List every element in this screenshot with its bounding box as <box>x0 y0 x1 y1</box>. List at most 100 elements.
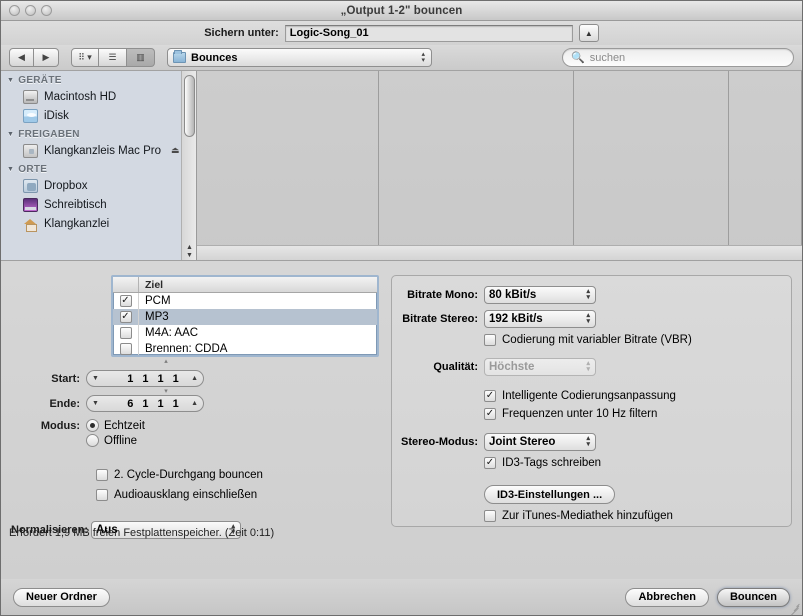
browser-column-2[interactable] <box>379 71 574 260</box>
eject-icon[interactable]: ⏏ <box>171 145 180 156</box>
checkbox[interactable]: ✓ <box>484 334 496 346</box>
triangle-up-icon[interactable]: ▲ <box>191 375 198 382</box>
quality-value: Höchste <box>489 361 535 373</box>
bitrate-stereo-value: 192 kBit/s <box>489 313 543 325</box>
triangle-down-icon[interactable]: ▼ <box>92 400 99 407</box>
sidebar-header-freigaben[interactable]: ▼ FREIGABEN <box>1 125 196 141</box>
new-folder-button[interactable]: Neuer Ordner <box>13 587 110 607</box>
back-button[interactable]: ◀ <box>9 48 34 67</box>
browser-column-1[interactable]: ‖ <box>197 71 380 260</box>
sidebar-item-klangkanzlei[interactable]: Klangkanzlei <box>1 214 196 233</box>
checkbox-audio-tail[interactable]: ✓ Audioausklang einschließen <box>96 489 383 501</box>
idisk-icon <box>23 108 38 123</box>
quality-label: Qualität: <box>433 361 478 373</box>
checkbox-mp3[interactable]: ✓ <box>119 311 132 323</box>
start-position-stepper[interactable]: ▼ 1 1 1 1 ▲ <box>86 370 204 387</box>
format-checkbox-cell[interactable]: ✓ <box>113 341 139 355</box>
radio-button[interactable] <box>86 419 99 432</box>
sidebar-header-orte[interactable]: ▼ ORTE <box>1 160 196 176</box>
checkbox-vbr[interactable]: ✓ Codierung mit variabler Bitrate (VBR) <box>484 334 692 346</box>
stereo-mode-popup[interactable]: Joint Stereo ▴ ▾ <box>484 433 596 451</box>
folder-icon <box>173 50 186 63</box>
scroll-up-icon[interactable]: ▲ <box>186 244 193 252</box>
location-popup-button[interactable]: Bounces ▴ ▾ <box>167 48 432 67</box>
sidebar-scrollbar[interactable]: ▲ ▼ <box>181 71 196 260</box>
checkbox[interactable]: ✓ <box>484 510 496 522</box>
sidebar-header-geraete[interactable]: ▼ GERÄTE <box>1 71 196 87</box>
chevron-updown-icon: ▴ ▾ <box>586 360 590 373</box>
end-tick: 1 <box>172 397 179 410</box>
start-position-value[interactable]: 1 1 1 1 <box>127 373 179 385</box>
file-browser: ▼ GERÄTE Macintosh HD iDisk ▼ FREIGABEN … <box>1 71 802 261</box>
bounce-settings-pane: Ziel ✓ PCM ✓ MP3 ✓ <box>1 261 802 579</box>
format-checkbox-cell[interactable]: ✓ <box>113 293 139 309</box>
icon-view-button[interactable]: ⠿ ▾ <box>71 48 99 67</box>
checkbox-add-to-itunes[interactable]: ✓ Zur iTunes-Mediathek hinzufügen <box>484 510 673 522</box>
expand-browser-button[interactable]: ▲ <box>578 24 599 42</box>
scrollbar-thumb[interactable] <box>184 75 195 137</box>
location-label: Bounces <box>191 51 238 64</box>
browser-column-4[interactable] <box>729 71 802 260</box>
sidebar-item-klangkanzleis-mac-pro[interactable]: Klangkanzleis Mac Pro ⏏ <box>1 141 196 160</box>
sidebar-item-label: Macintosh HD <box>44 90 117 103</box>
id3-settings-button[interactable]: ID3-Einstellungen ... <box>484 485 616 504</box>
sidebar-item-schreibtisch[interactable]: Schreibtisch <box>1 195 196 214</box>
checkbox-filter-low-freq[interactable]: ✓ Frequenzen unter 10 Hz filtern <box>484 408 657 420</box>
checkbox-m4a-aac[interactable]: ✓ <box>119 327 132 339</box>
search-input[interactable]: 🔍 suchen <box>562 48 794 67</box>
sidebar-group-label: GERÄTE <box>18 75 62 86</box>
resize-grip[interactable] <box>788 601 801 616</box>
column-browser[interactable]: ‖ <box>197 71 802 260</box>
scrollbar-arrows[interactable]: ▲ ▼ <box>183 244 196 260</box>
browser-column-3[interactable] <box>574 71 729 260</box>
list-resize-indicator: ▴ <box>164 358 168 365</box>
checkbox-pcm[interactable]: ✓ <box>119 295 132 307</box>
filename-input[interactable]: Logic-Song_01 <box>284 24 573 42</box>
checkbox-brennen-cdda[interactable]: ✓ <box>119 343 132 355</box>
radio-offline[interactable]: Offline <box>86 434 137 447</box>
disk-space-status: Erfordert 1,9 MB freien Festplattenspeic… <box>9 527 275 539</box>
sidebar-item-macintosh-hd[interactable]: Macintosh HD <box>1 87 196 106</box>
bounce-dialog-window: „Output 1-2" bouncen Sichern unter: Logi… <box>0 0 803 616</box>
table-row[interactable]: ✓ Brennen: CDDA <box>113 341 377 355</box>
mp3-settings-group: Bitrate Mono: 80 kBit/s ▴ ▾ Bitrate Stere… <box>391 275 792 527</box>
forward-button[interactable]: ▶ <box>34 48 59 67</box>
sidebar-item-label: Dropbox <box>44 179 88 192</box>
checkbox[interactable]: ✓ <box>484 408 496 420</box>
checkbox-id3-tags[interactable]: ✓ ID3-Tags schreiben <box>484 457 601 469</box>
table-row[interactable]: ✓ PCM <box>113 293 377 309</box>
checkbox[interactable]: ✓ <box>484 390 496 402</box>
navigation-buttons: ◀ ▶ <box>9 48 59 67</box>
format-checkbox-cell[interactable]: ✓ <box>113 309 139 325</box>
cancel-button[interactable]: Abbrechen <box>625 587 709 607</box>
triangle-up-icon[interactable]: ▲ <box>191 400 198 407</box>
triangle-down-icon[interactable]: ▼ <box>92 375 99 382</box>
right-settings-column: Bitrate Mono: 80 kBit/s ▴ ▾ Bitrate Stere… <box>9 275 792 579</box>
table-row[interactable]: ✓ M4A: AAC <box>113 325 377 341</box>
table-row[interactable]: ✓ MP3 <box>113 309 377 325</box>
radio-echtzeit[interactable]: Echtzeit <box>86 419 145 432</box>
bitrate-stereo-popup[interactable]: 192 kBit/s ▴ ▾ <box>484 310 596 328</box>
chevron-updown-icon: ▴ ▾ <box>586 435 590 448</box>
checkbox-cycle-pass[interactable]: ✓ 2. Cycle-Durchgang bouncen <box>96 469 383 481</box>
checkbox[interactable]: ✓ <box>96 469 108 481</box>
end-position-stepper[interactable]: ▼ 6 1 1 1 ▲ <box>86 395 204 412</box>
bounce-button[interactable]: Bouncen <box>716 587 790 607</box>
sidebar-item-idisk[interactable]: iDisk <box>1 106 196 125</box>
column-view-button[interactable]: ▥ <box>127 48 155 67</box>
bitrate-mono-popup[interactable]: 80 kBit/s ▴ ▾ <box>484 286 596 304</box>
checkbox-smart-encoding[interactable]: ✓ Intelligente Codierungsanpassung <box>484 390 676 402</box>
checkbox[interactable]: ✓ <box>96 489 108 501</box>
sidebar-item-dropbox[interactable]: Dropbox <box>1 176 196 195</box>
end-bar: 6 <box>127 397 134 410</box>
checkbox[interactable]: ✓ <box>484 457 496 469</box>
end-position-value[interactable]: 6 1 1 1 <box>127 398 179 410</box>
list-view-button[interactable]: ☰ <box>99 48 127 67</box>
window-title: „Output 1-2" bouncen <box>340 4 463 17</box>
format-list[interactable]: Ziel ✓ PCM ✓ MP3 ✓ <box>111 275 379 357</box>
radio-button[interactable] <box>86 434 99 447</box>
browser-horizontal-scrollbar[interactable] <box>197 245 802 260</box>
stereo-mode-value: Joint Stereo <box>489 436 556 448</box>
format-checkbox-cell[interactable]: ✓ <box>113 325 139 341</box>
scroll-down-icon[interactable]: ▼ <box>186 252 193 260</box>
